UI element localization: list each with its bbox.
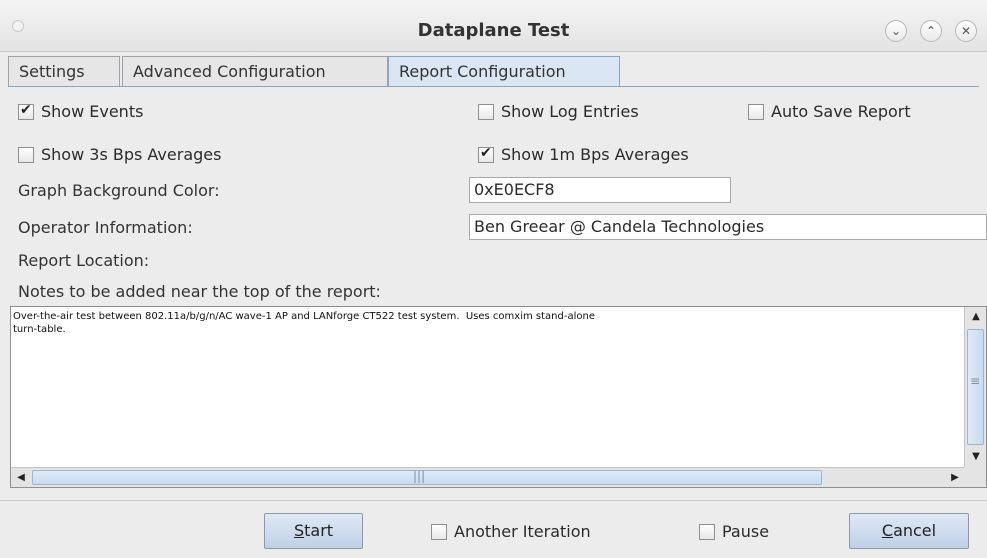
checkbox-checked-icon [478,145,494,163]
cancel-button[interactable]: Cancel [849,513,969,549]
close-button[interactable]: ✕ [955,20,977,42]
maximize-button[interactable]: ⌃ [920,20,942,42]
title-bar: Dataplane Test ⌄ ⌃ ✕ [0,0,987,52]
show-log-entries-checkbox[interactable]: Show Log Entries [478,102,639,121]
vertical-scroll-thumb[interactable]: ≡ [967,329,984,445]
show-3s-bps-averages-checkbox[interactable]: Show 3s Bps Averages [18,145,221,164]
scroll-left-arrow-icon[interactable]: ◀ [11,468,31,488]
scroll-corner [964,467,986,487]
show-log-entries-label: Show Log Entries [501,102,639,121]
show-3s-bps-averages-label: Show 3s Bps Averages [41,145,222,164]
tab-label: Advanced Configuration [133,62,326,81]
minimize-button[interactable]: ⌄ [885,20,907,42]
notes-label: Notes to be added near the top of the re… [18,282,381,301]
operator-information-label: Operator Information: [18,218,193,237]
notes-text[interactable]: Over-the-air test between 802.11a/b/g/n/… [13,310,961,336]
checkbox-unchecked-icon [748,103,764,120]
report-location-label: Report Location: [18,251,150,270]
vertical-scrollbar[interactable]: ▲ ≡ ▼ [964,307,986,467]
tab-label: Report Configuration [399,62,566,81]
start-mnemonic: S [293,521,305,540]
grip-icon: ||| [413,469,426,483]
window-title: Dataplane Test [417,20,570,41]
pause-label: Pause [722,522,770,541]
show-1m-bps-averages-checkbox[interactable]: Show 1m Bps Averages [478,145,689,164]
scroll-right-arrow-icon[interactable]: ▶ [945,468,965,488]
tab-advanced-configuration[interactable]: Advanced Configuration [122,56,388,87]
show-events-label: Show Events [41,102,144,121]
operator-information-field[interactable]: Ben Greear @ Candela Technologies [469,214,987,240]
auto-save-report-checkbox[interactable]: Auto Save Report [748,102,911,121]
pause-checkbox[interactable]: Pause [699,522,769,541]
checkbox-unchecked-icon [18,146,34,163]
chevron-up-icon: ⌃ [925,24,937,38]
start-button[interactable]: Start [264,513,363,549]
cancel-label-rest: ancel [893,521,937,540]
grip-icon: ≡ [970,374,981,388]
graph-background-color-label: Graph Background Color: [18,181,220,200]
another-iteration-checkbox[interactable]: Another Iteration [431,522,591,541]
notes-text-area[interactable]: Over-the-air test between 802.11a/b/g/n/… [10,306,987,488]
checkbox-checked-icon [18,102,34,120]
scroll-down-arrow-icon[interactable]: ▼ [966,447,986,467]
show-events-checkbox[interactable]: Show Events [18,102,143,121]
start-label-rest: tart [304,521,334,540]
horizontal-scrollbar[interactable]: ◀ ||| ▶ [11,467,966,487]
another-iteration-label: Another Iteration [454,522,591,541]
scroll-up-arrow-icon[interactable]: ▲ [966,307,986,327]
tab-label: Settings [19,62,85,81]
checkbox-unchecked-icon [431,523,447,540]
show-1m-bps-averages-label: Show 1m Bps Averages [501,145,689,164]
chevron-down-icon: ⌄ [890,24,902,38]
graph-background-color-field[interactable]: 0xE0ECF8 [469,177,731,203]
footer-divider [0,500,987,501]
tab-settings[interactable]: Settings [8,56,120,87]
tab-report-configuration[interactable]: Report Configuration [388,56,620,87]
close-icon: ✕ [960,24,972,38]
auto-save-report-label: Auto Save Report [771,102,911,121]
horizontal-scroll-thumb[interactable]: ||| [32,469,822,485]
cancel-mnemonic: C [881,521,894,540]
checkbox-unchecked-icon [478,103,494,120]
checkbox-unchecked-icon [699,523,715,540]
